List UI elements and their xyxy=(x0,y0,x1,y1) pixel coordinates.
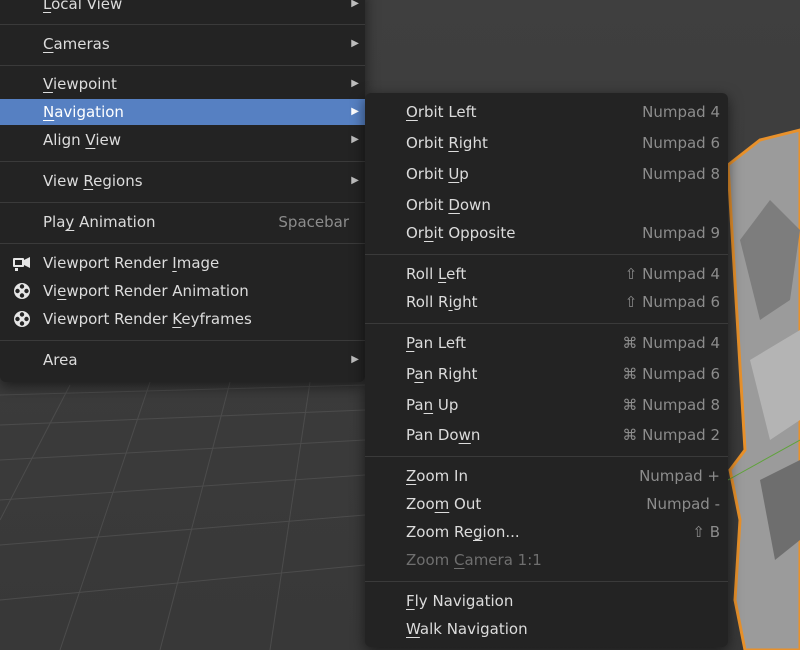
view-menu: Local View ▶ Cameras ▶ Viewpoint ▶ Navig… xyxy=(0,0,365,382)
menu-item-local-view[interactable]: Local View ▶ xyxy=(0,0,365,17)
separator xyxy=(0,202,365,203)
submenu-arrow-icon: ▶ xyxy=(351,175,359,186)
shortcut-label: Numpad + xyxy=(639,467,720,485)
separator xyxy=(365,456,728,457)
menu-item-roll-right[interactable]: Roll Right ⇧ Numpad 6 xyxy=(365,289,728,315)
shortcut-label: Numpad 4 xyxy=(642,103,720,121)
menu-item-navigation[interactable]: Navigation ▶ xyxy=(0,99,365,125)
separator xyxy=(0,340,365,341)
menu-item-zoom-in[interactable]: Zoom In Numpad + xyxy=(365,463,728,489)
menu-item-pan-left[interactable]: Pan Left ⌘ Numpad 4 xyxy=(365,330,728,356)
shortcut-label: Numpad 9 xyxy=(642,224,720,242)
submenu-arrow-icon: ▶ xyxy=(351,0,359,9)
shortcut-label: ⌘ Numpad 8 xyxy=(622,396,720,414)
shortcut-label: Numpad 6 xyxy=(642,134,720,152)
separator xyxy=(365,581,728,582)
menu-item-pan-down[interactable]: Pan Down ⌘ Numpad 2 xyxy=(365,422,728,448)
separator xyxy=(365,254,728,255)
menu-item-orbit-right[interactable]: Orbit Right Numpad 6 xyxy=(365,130,728,156)
menu-item-cameras[interactable]: Cameras ▶ xyxy=(0,31,365,57)
submenu-arrow-icon: ▶ xyxy=(351,134,359,145)
menu-item-roll-left[interactable]: Roll Left ⇧ Numpad 4 xyxy=(365,261,728,287)
menu-item-pan-up[interactable]: Pan Up ⌘ Numpad 8 xyxy=(365,392,728,418)
menu-item-view-regions[interactable]: View Regions ▶ xyxy=(0,168,365,194)
menu-item-viewport-render-image[interactable]: Viewport Render Image xyxy=(0,250,365,276)
menu-item-orbit-left[interactable]: Orbit Left Numpad 4 xyxy=(365,99,728,125)
menu-item-viewport-render-animation[interactable]: Viewport Render Animation xyxy=(0,278,365,304)
menu-item-walk-navigation[interactable]: Walk Navigation xyxy=(365,616,728,642)
shortcut-label: ⌘ Numpad 2 xyxy=(622,426,720,444)
shortcut-label: ⇧ B xyxy=(692,523,720,541)
menu-item-viewport-render-keyframes[interactable]: Viewport Render Keyframes xyxy=(0,306,365,332)
shortcut-label: Numpad 8 xyxy=(642,165,720,183)
separator xyxy=(0,161,365,162)
menu-item-zoom-region[interactable]: Zoom Region... ⇧ B xyxy=(365,519,728,545)
shortcut-label: ⌘ Numpad 6 xyxy=(622,365,720,383)
submenu-arrow-icon: ▶ xyxy=(351,106,359,117)
menu-item-align-view[interactable]: Align View ▶ xyxy=(0,127,365,153)
navigation-submenu: Orbit Left Numpad 4 Orbit Right Numpad 6… xyxy=(365,93,728,647)
submenu-arrow-icon: ▶ xyxy=(351,38,359,49)
camera-render-icon xyxy=(13,257,30,271)
menu-item-area[interactable]: Area ▶ xyxy=(0,347,365,373)
separator xyxy=(0,65,365,66)
menu-item-orbit-opposite[interactable]: Orbit Opposite Numpad 9 xyxy=(365,220,728,246)
menu-item-orbit-up[interactable]: Orbit Up Numpad 8 xyxy=(365,161,728,187)
submenu-arrow-icon: ▶ xyxy=(351,78,359,89)
menu-item-play-animation[interactable]: Play Animation Spacebar xyxy=(0,209,365,235)
menu-item-fly-navigation[interactable]: Fly Navigation xyxy=(365,588,728,614)
shortcut-label: ⌘ Numpad 4 xyxy=(622,334,720,352)
menu-item-orbit-down[interactable]: Orbit Down xyxy=(365,192,728,218)
menu-item-zoom-camera-1-1: Zoom Camera 1:1 xyxy=(406,551,542,569)
shortcut-label: Spacebar xyxy=(278,213,349,231)
menu-item-zoom-out[interactable]: Zoom Out Numpad - xyxy=(365,491,728,517)
submenu-arrow-icon: ▶ xyxy=(351,354,359,365)
shortcut-label: Numpad - xyxy=(646,495,720,513)
separator xyxy=(365,323,728,324)
menu-item-viewpoint[interactable]: Viewpoint ▶ xyxy=(0,71,365,97)
menu-item-pan-right[interactable]: Pan Right ⌘ Numpad 6 xyxy=(365,361,728,387)
film-reel-icon xyxy=(14,283,30,299)
separator xyxy=(0,243,365,244)
separator xyxy=(0,24,365,25)
shortcut-label: ⇧ Numpad 6 xyxy=(624,293,720,311)
film-reel-icon xyxy=(14,311,30,327)
shortcut-label: ⇧ Numpad 4 xyxy=(624,265,720,283)
